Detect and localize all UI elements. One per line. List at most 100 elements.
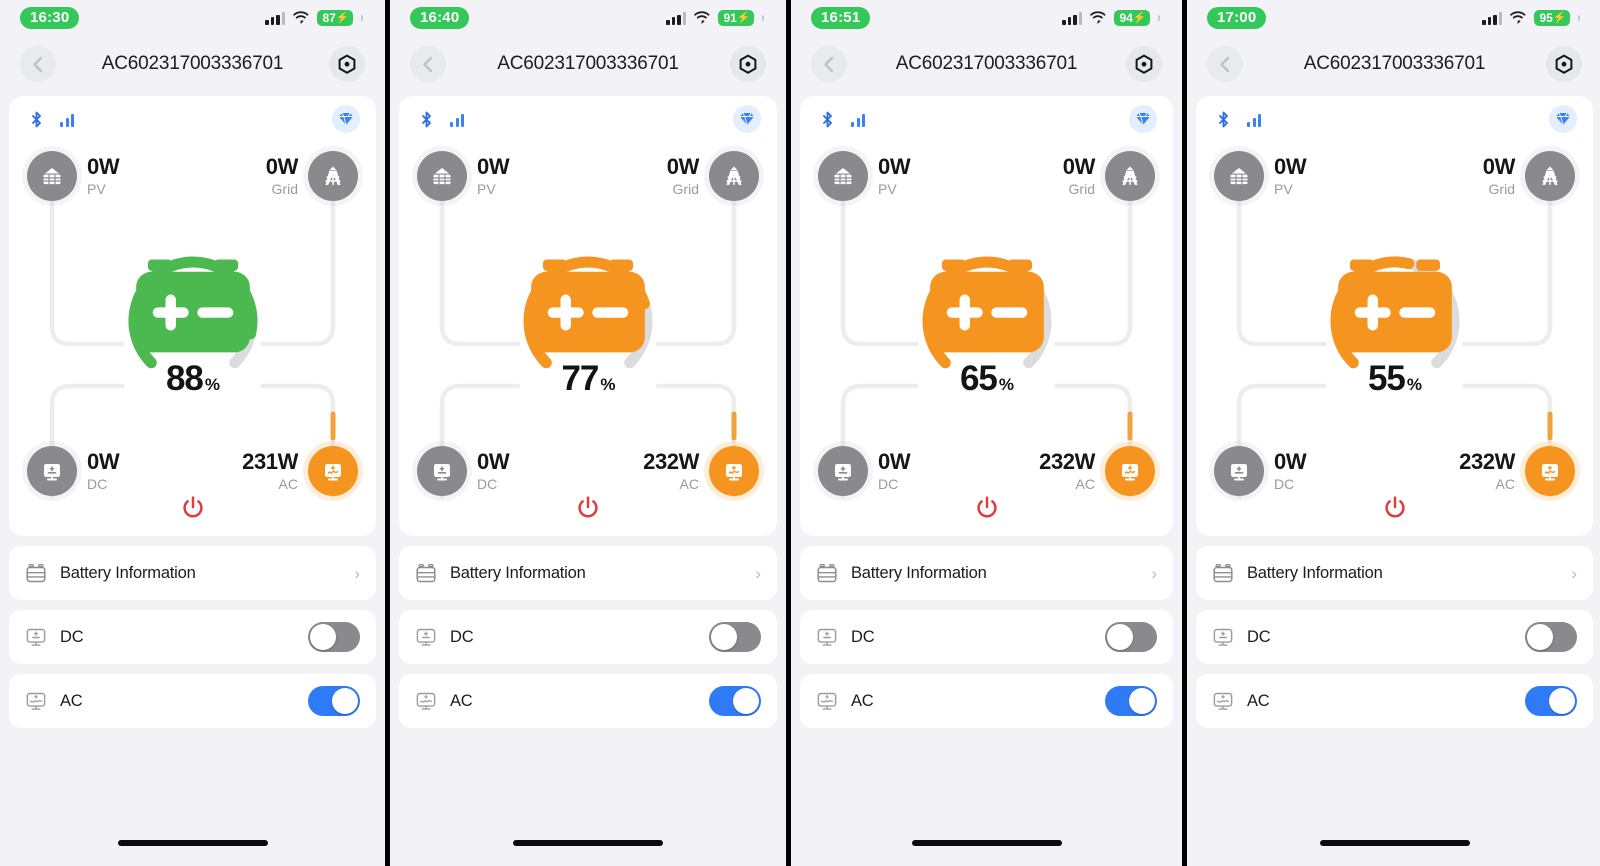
flow-node-grid-value: 0W	[1482, 154, 1516, 180]
dc-output-icon-circle[interactable]	[417, 446, 467, 496]
settings-list: Battery Information › DC AC	[800, 546, 1173, 728]
flow-node-grid[interactable]: 0W Grid	[1063, 151, 1155, 201]
flow-node-ac[interactable]: 232W AC	[643, 446, 759, 496]
chevron-right-icon: ›	[1571, 563, 1577, 583]
flow-node-dc-label: DC	[1274, 475, 1295, 492]
flow-node-grid[interactable]: 0W Grid	[667, 151, 759, 201]
battery-gauge[interactable]: 65%	[912, 246, 1062, 396]
battery-cap	[361, 15, 363, 21]
solar-panel-icon-circle[interactable]	[818, 151, 868, 201]
settings-button[interactable]	[1546, 46, 1582, 82]
row-battery-information[interactable]: Battery Information ›	[1196, 546, 1593, 600]
settings-button[interactable]	[329, 46, 365, 82]
flow-node-dc[interactable]: 0W DC	[27, 446, 120, 496]
flow-node-ac-text: 232W AC	[1039, 450, 1095, 491]
ac-output-icon-circle[interactable]	[1105, 446, 1155, 496]
power-button[interactable]	[575, 496, 601, 522]
wifi-icon	[1510, 11, 1526, 24]
toggle-ac[interactable]	[1525, 686, 1577, 716]
toggle-dc[interactable]	[1525, 622, 1577, 652]
power-button[interactable]	[180, 496, 206, 522]
status-battery-badge: 91 ⚡	[718, 10, 754, 26]
flow-node-dc-value: 0W	[477, 449, 510, 475]
toggle-knob	[1107, 624, 1133, 650]
flow-node-pv-value: 0W	[477, 154, 510, 180]
flow-node-dc[interactable]: 0W DC	[818, 446, 911, 496]
solar-panel-icon-circle[interactable]	[417, 151, 467, 201]
flow-node-ac[interactable]: 232W AC	[1039, 446, 1155, 496]
transmission-tower-icon-circle[interactable]	[308, 151, 358, 201]
settings-button[interactable]	[730, 46, 766, 82]
transmission-tower-icon-circle[interactable]	[709, 151, 759, 201]
flow-node-ac[interactable]: 232W AC	[1459, 446, 1575, 496]
flow-node-grid[interactable]: 0W Grid	[1483, 151, 1575, 201]
flow-node-ac-label: AC	[679, 475, 699, 492]
back-button[interactable]	[410, 46, 446, 82]
row-battery-information[interactable]: Battery Information ›	[399, 546, 777, 600]
ac-output-icon	[726, 464, 742, 481]
row-battery-information[interactable]: Battery Information ›	[9, 546, 376, 600]
battery-gauge[interactable]: 88%	[118, 246, 268, 396]
battery-plus-minus-icon	[929, 259, 1044, 353]
battery-plus-minus-icon	[135, 259, 250, 353]
row-dc[interactable]: DC	[399, 610, 777, 664]
battery-gauge[interactable]: 55%	[1320, 246, 1470, 396]
transmission-tower-icon-circle[interactable]	[1525, 151, 1575, 201]
power-button[interactable]	[1382, 496, 1408, 522]
toggle-ac[interactable]	[1105, 686, 1157, 716]
solar-panel-icon-circle[interactable]	[1214, 151, 1264, 201]
ac-output-icon	[325, 464, 341, 481]
chevron-right-icon: ›	[354, 563, 360, 583]
row-dc[interactable]: DC	[9, 610, 376, 664]
ac-output-icon-circle[interactable]	[308, 446, 358, 496]
flow-node-pv[interactable]: 0W PV	[417, 151, 510, 201]
toggle-ac[interactable]	[308, 686, 360, 716]
flow-node-ac-text: 231W AC	[242, 450, 298, 491]
dc-output-icon-circle[interactable]	[27, 446, 77, 496]
status-indicators: 91 ⚡	[666, 10, 764, 26]
row-battery-information-label: Battery Information	[450, 563, 586, 582]
ac-output-icon-circle[interactable]	[1525, 446, 1575, 496]
solar-panel-icon-circle[interactable]	[27, 151, 77, 201]
dc-output-icon-circle[interactable]	[1214, 446, 1264, 496]
charging-bolt-icon: ⚡	[736, 11, 751, 24]
flow-node-pv[interactable]: 0W PV	[818, 151, 911, 201]
dc-output-icon-circle[interactable]	[818, 446, 868, 496]
flow-node-pv[interactable]: 0W PV	[27, 151, 120, 201]
toggle-dc[interactable]	[709, 622, 761, 652]
flow-node-dc-label: DC	[878, 475, 899, 492]
flow-node-pv[interactable]: 0W PV	[1214, 151, 1307, 201]
flow-node-grid[interactable]: 0W Grid	[266, 151, 358, 201]
toggle-dc[interactable]	[308, 622, 360, 652]
flow-node-dc[interactable]: 0W DC	[417, 446, 510, 496]
back-button[interactable]	[20, 46, 56, 82]
toggle-dc[interactable]	[1105, 622, 1157, 652]
ac-output-icon	[1213, 692, 1233, 710]
battery-gauge[interactable]: 77%	[513, 246, 663, 396]
row-ac[interactable]: AC	[9, 674, 376, 728]
row-ac[interactable]: AC	[800, 674, 1173, 728]
dc-output-icon	[1213, 628, 1233, 646]
flow-node-ac-text: 232W AC	[643, 450, 699, 491]
power-button[interactable]	[974, 496, 1000, 522]
row-battery-information-label: Battery Information	[1247, 563, 1383, 582]
row-dc[interactable]: DC	[1196, 610, 1593, 664]
flow-node-pv-text: 0W PV	[878, 155, 911, 196]
flow-node-dc[interactable]: 0W DC	[1214, 446, 1307, 496]
toggle-ac[interactable]	[709, 686, 761, 716]
ac-output-icon	[1122, 464, 1138, 481]
back-button[interactable]	[1207, 46, 1243, 82]
back-button[interactable]	[811, 46, 847, 82]
cellular-signal-icon	[1482, 11, 1503, 25]
row-dc[interactable]: DC	[800, 610, 1173, 664]
row-ac[interactable]: AC	[1196, 674, 1593, 728]
home-indicator	[117, 840, 268, 846]
ac-output-icon-circle[interactable]	[709, 446, 759, 496]
flow-node-ac[interactable]: 231W AC	[242, 446, 358, 496]
phone-screen-2: 16:40 91 ⚡ AC602317003336701 0W PV 0W Grid 0W DC 2…	[390, 0, 786, 866]
transmission-tower-icon-circle[interactable]	[1105, 151, 1155, 201]
row-battery-information[interactable]: Battery Information ›	[800, 546, 1173, 600]
row-ac[interactable]: AC	[399, 674, 777, 728]
dc-output-icon	[44, 464, 60, 481]
settings-button[interactable]	[1126, 46, 1162, 82]
